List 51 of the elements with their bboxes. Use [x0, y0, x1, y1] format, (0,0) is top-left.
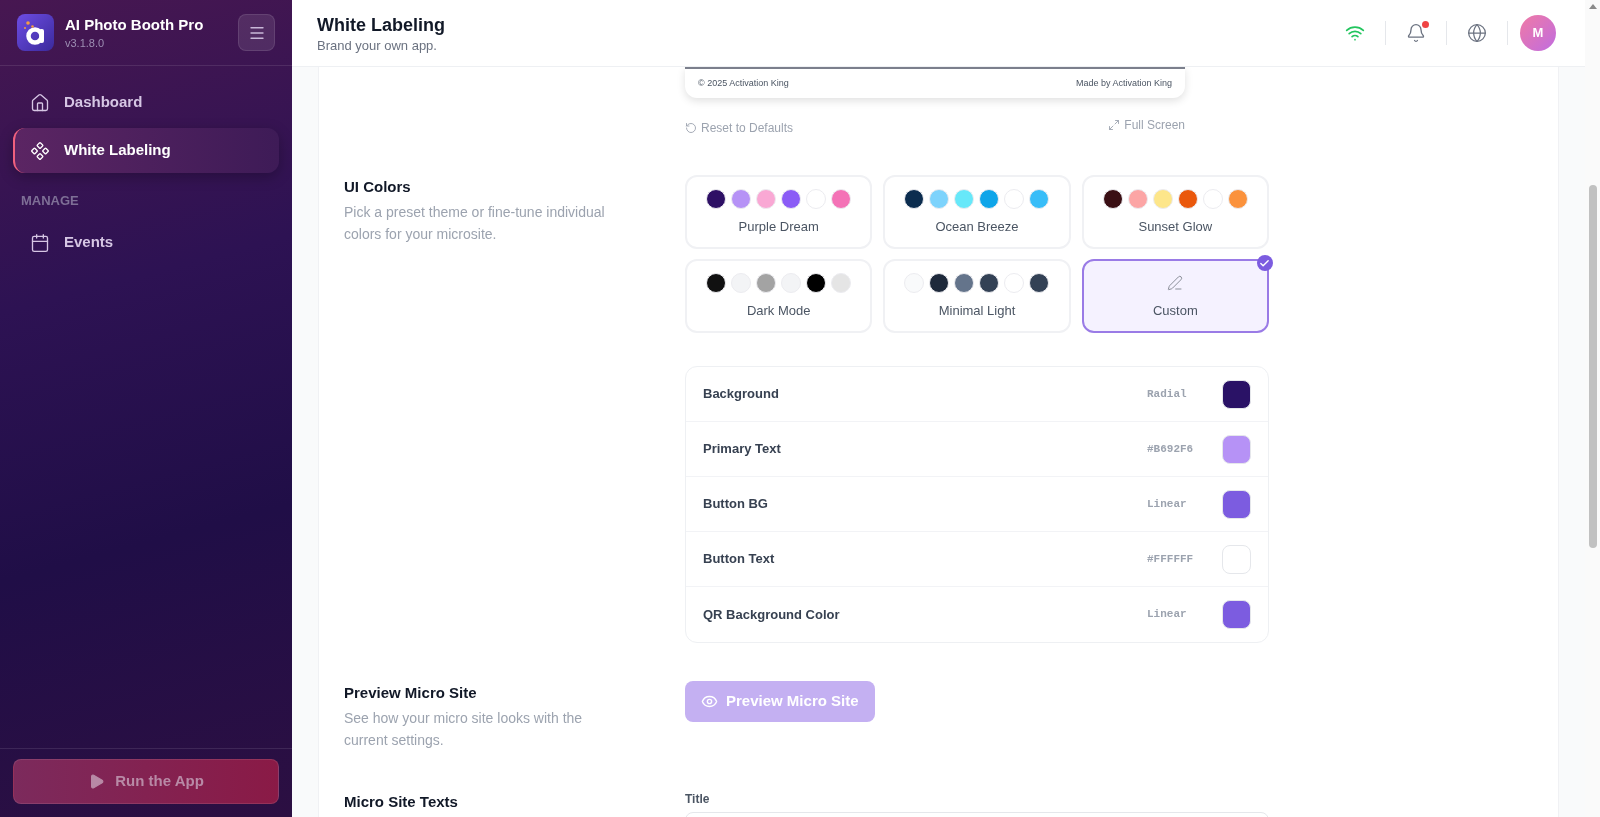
- color-setting-label: Background: [703, 385, 779, 404]
- home-icon: [30, 92, 50, 113]
- color-swatch-icon[interactable]: [1222, 489, 1251, 519]
- play-icon: [88, 773, 106, 790]
- app-name: AI Photo Booth Pro: [65, 14, 204, 35]
- nav-item[interactable]: Dashboard: [13, 80, 279, 125]
- app-version: v3.1.8.0: [65, 35, 106, 51]
- section-heading: MANAGE: [21, 193, 79, 209]
- footer-copyright: © 2025 Activation King: [698, 76, 789, 90]
- color-value: Linear: [1147, 496, 1188, 512]
- bell-icon[interactable]: [1406, 23, 1426, 43]
- eye-icon: [701, 693, 718, 710]
- color-setting-label: Button Text: [703, 550, 775, 569]
- theme-card[interactable]: Ocean Breeze: [883, 175, 1071, 249]
- page-subtitle: Brand your own app.: [317, 37, 437, 54]
- section-description: See how your micro site looks with the current settings.: [344, 709, 584, 750]
- color-swatch-icon[interactable]: [1222, 600, 1251, 629]
- color-setting-label: Button BG: [703, 495, 768, 514]
- scrollbar-thumb[interactable]: [1588, 185, 1597, 548]
- diamonds-icon: [30, 140, 50, 161]
- field-label: Title: [685, 791, 710, 807]
- section-title: UI Colors: [344, 177, 411, 197]
- color-swatch-icon[interactable]: [1222, 544, 1251, 574]
- theme-card[interactable]: Dark Mode: [685, 259, 873, 333]
- footer-credit: Made by Activation King: [1075, 76, 1172, 90]
- app-logo-icon: [17, 14, 54, 51]
- theme-card[interactable]: Purple Dream: [685, 175, 873, 249]
- calendar-icon: [30, 232, 50, 253]
- pencil-icon: [1167, 275, 1184, 291]
- color-setting-label: Primary Text: [703, 440, 781, 459]
- nav-item[interactable]: Events: [13, 220, 279, 265]
- reset-icon: [685, 122, 697, 134]
- scroll-up-arrow-icon[interactable]: [1588, 4, 1597, 9]
- color-swatch-icon[interactable]: [1222, 379, 1251, 409]
- color-value: #B692F6: [1147, 441, 1195, 457]
- theme-card[interactable]: Minimal Light: [883, 259, 1071, 333]
- section-title: Preview Micro Site: [344, 683, 477, 703]
- check-badge-icon: [1257, 255, 1273, 271]
- color-swatch-icon[interactable]: [1222, 434, 1251, 464]
- theme-card[interactable]: Sunset Glow: [1081, 175, 1269, 249]
- menu-button[interactable]: [238, 14, 275, 51]
- nav-item[interactable]: White Labeling: [13, 128, 279, 173]
- page-title: White Labeling: [317, 13, 445, 37]
- color-value: Linear: [1147, 607, 1188, 623]
- expand-icon: [1108, 119, 1121, 131]
- color-value: #FFFFFF: [1147, 551, 1195, 567]
- globe-icon[interactable]: [1467, 23, 1487, 43]
- color-setting-label: QR Background Color: [703, 605, 840, 624]
- section-description: Pick a preset theme or fine-tune individual colors for your microsite.: [344, 203, 606, 244]
- color-value: Radial: [1147, 386, 1188, 402]
- section-title: Micro Site Texts: [344, 792, 458, 812]
